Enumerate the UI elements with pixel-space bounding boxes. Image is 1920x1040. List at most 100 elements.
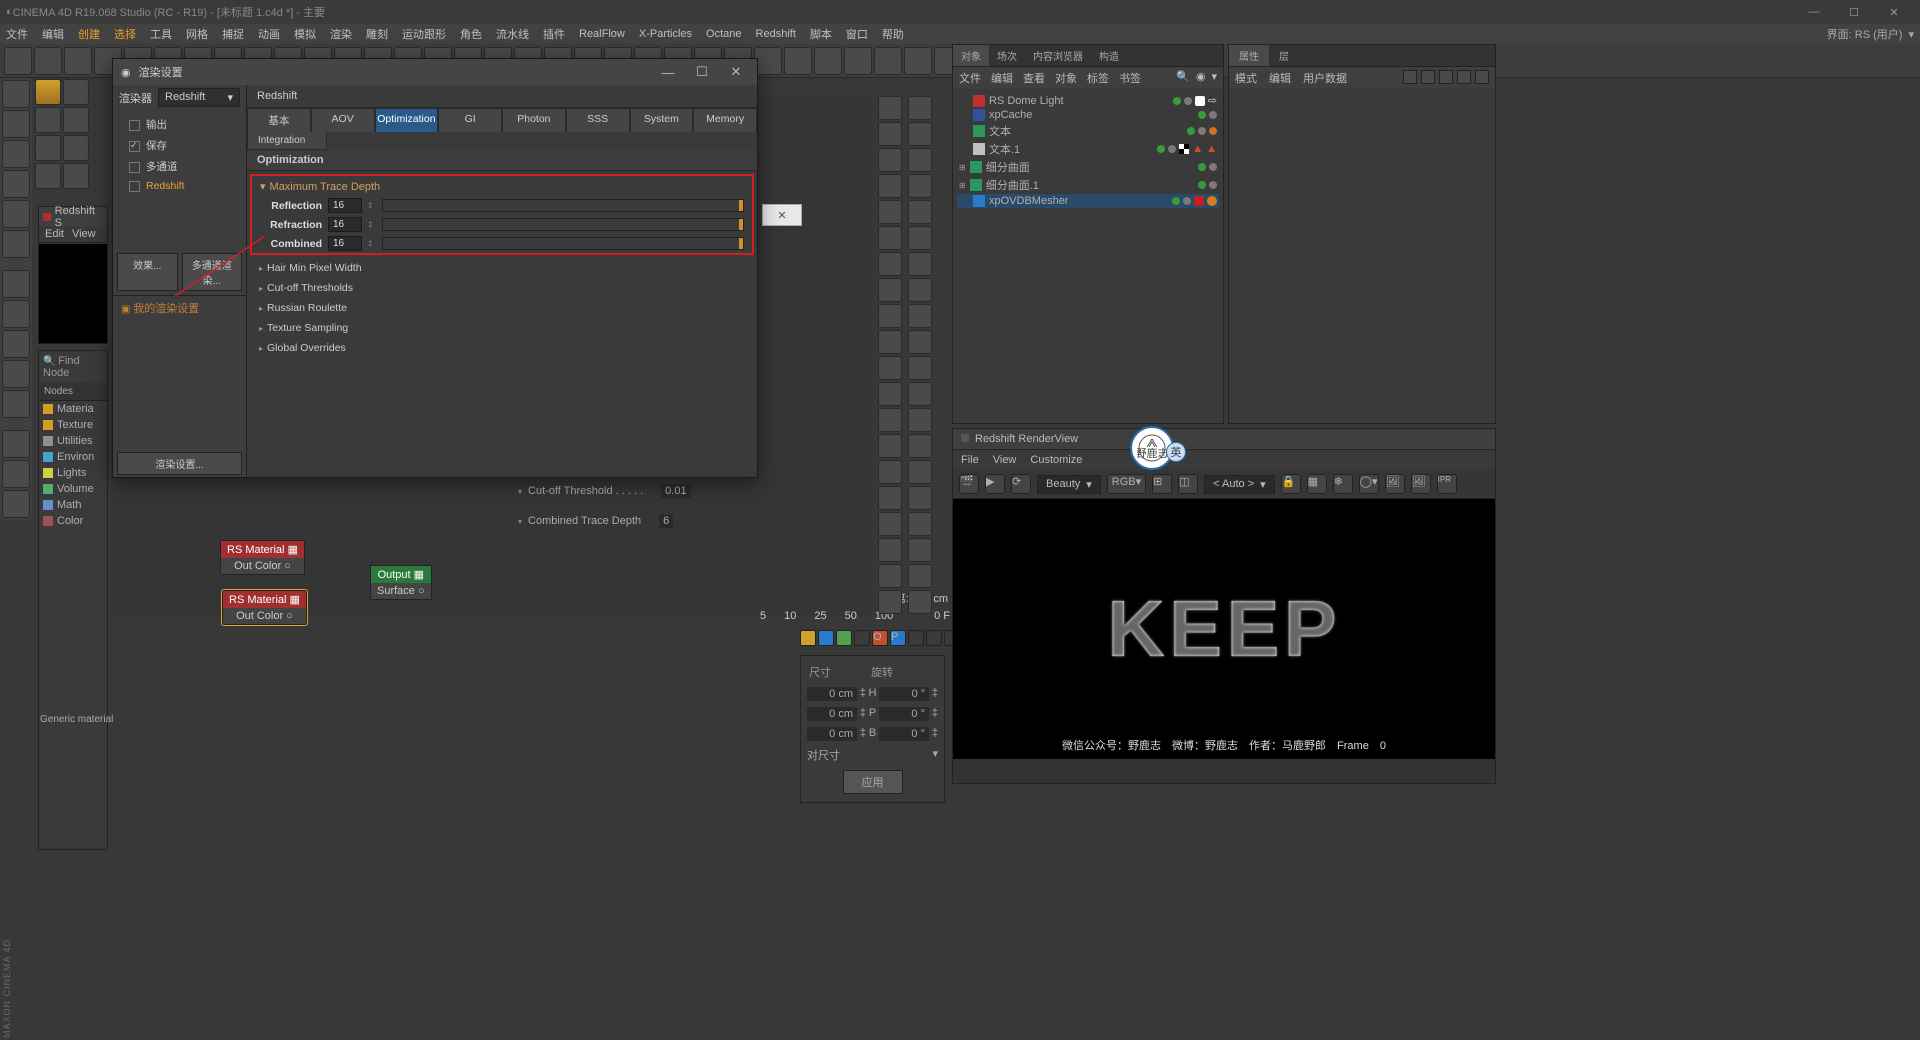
render-category-Redshift[interactable]: Redshift	[113, 177, 246, 195]
node-RS-Material[interactable]: RS Material ▦Out Color ○	[220, 540, 305, 575]
menu-插件[interactable]: 插件	[543, 26, 565, 42]
rvt1-btn-2[interactable]	[878, 148, 902, 172]
menu-模拟[interactable]: 模拟	[294, 26, 316, 42]
settings-tab-Optimization[interactable]: Optimization	[375, 108, 439, 132]
pass-dropdown[interactable]: Beauty▾	[1037, 475, 1101, 494]
objmgr-menu-标签[interactable]: 标签	[1087, 70, 1109, 86]
ltool2-2b[interactable]	[63, 135, 89, 161]
rvt2-btn-0[interactable]	[908, 96, 932, 120]
toolbar-btn-29[interactable]	[874, 47, 902, 75]
rvt2-btn-8[interactable]	[908, 304, 932, 328]
rvt2-btn-1[interactable]	[908, 122, 932, 146]
my-render-settings-link[interactable]: ▣ 我的渲染设置	[113, 295, 246, 320]
ltool-12[interactable]	[2, 420, 30, 428]
rvt2-btn-10[interactable]	[908, 356, 932, 380]
objmgr-menu[interactable]: 文件编辑查看对象标签书签 🔍◉▾	[953, 67, 1223, 89]
object-细分曲面.1[interactable]: ⊞细分曲面.1	[957, 176, 1219, 194]
rgb-button[interactable]: RGB▾	[1107, 474, 1146, 494]
ltool-3[interactable]	[2, 170, 30, 198]
ltool2-0a[interactable]	[35, 79, 61, 105]
nav-fwd-icon[interactable]	[1421, 70, 1435, 84]
rvt2-btn-17[interactable]	[908, 538, 932, 562]
object-文本[interactable]: 文本	[957, 122, 1219, 140]
ltool-8[interactable]	[2, 300, 30, 328]
auto-dropdown[interactable]: < Auto >▾	[1204, 475, 1275, 494]
render-category-多通道[interactable]: 多通道	[113, 156, 246, 177]
rvt2-btn-19[interactable]	[908, 590, 932, 614]
dialog-close-button[interactable]: ✕	[723, 64, 749, 80]
settings-tab-System[interactable]: System	[630, 108, 694, 132]
menu-文件[interactable]: 文件	[6, 26, 28, 42]
node-cat-Volume[interactable]: Volume	[39, 481, 107, 497]
settings-tab-基本[interactable]: 基本	[247, 108, 311, 132]
rvt1-btn-14[interactable]	[878, 460, 902, 484]
toolbar-btn-26[interactable]	[784, 47, 812, 75]
menu-选择[interactable]: 选择	[114, 26, 136, 42]
renderview-menu[interactable]: FileViewCustomize	[953, 450, 1495, 470]
ltool2-2a[interactable]	[35, 135, 61, 161]
objmgr-tab-场次[interactable]: 场次	[989, 45, 1025, 66]
img1-icon[interactable]: 🖼	[1385, 474, 1405, 494]
rvt1-btn-19[interactable]	[878, 590, 902, 614]
panel-close-icon[interactable]: ✕	[762, 204, 802, 226]
ltool2-1a[interactable]	[35, 107, 61, 133]
clapper-icon[interactable]: 🎬	[959, 474, 979, 494]
object-细分曲面[interactable]: ⊞细分曲面	[957, 158, 1219, 176]
objmgr-tabs[interactable]: 对象场次内容浏览器构造	[953, 45, 1223, 67]
effect-button[interactable]: 效果...	[117, 253, 178, 291]
rvt2-btn-16[interactable]	[908, 512, 932, 536]
objmgr-menu-文件[interactable]: 文件	[959, 70, 981, 86]
menu-捕捉[interactable]: 捕捉	[222, 26, 244, 42]
minimize-button[interactable]: —	[1794, 2, 1834, 22]
rvt2-btn-18[interactable]	[908, 564, 932, 588]
rvt1-btn-9[interactable]	[878, 330, 902, 354]
menu-帮助[interactable]: 帮助	[882, 26, 904, 42]
render-canvas[interactable]: KEEP 微信公众号：野鹿志 微博：野鹿志 作者：马鹿野郎 Frame 0	[953, 499, 1495, 759]
rvt2-btn-7[interactable]	[908, 278, 932, 302]
nav-up-icon[interactable]	[1439, 70, 1453, 84]
param-Refraction[interactable]: Refraction16‡	[252, 215, 752, 234]
rvt1-btn-15[interactable]	[878, 486, 902, 510]
rvt1-btn-17[interactable]	[878, 538, 902, 562]
crop-icon[interactable]: ◫	[1178, 474, 1198, 494]
menu-角色[interactable]: 角色	[460, 26, 482, 42]
rvt2-btn-6[interactable]	[908, 252, 932, 276]
node-cat-Color[interactable]: Color	[39, 513, 107, 529]
menu-RealFlow[interactable]: RealFlow	[579, 28, 625, 40]
menu-编辑[interactable]: 编辑	[42, 26, 64, 42]
toolbar-btn-27[interactable]	[814, 47, 842, 75]
coord-row[interactable]: 0 cm‡B0 °‡	[805, 724, 940, 744]
rvt1-btn-18[interactable]	[878, 564, 902, 588]
menu-icon[interactable]	[1475, 70, 1489, 84]
ltool-1[interactable]	[2, 110, 30, 138]
node-cat-Lights[interactable]: Lights	[39, 465, 107, 481]
ltool-11[interactable]	[2, 390, 30, 418]
object-文本.1[interactable]: 文本.1▲▲	[957, 140, 1219, 158]
menu-创建[interactable]: 创建	[78, 26, 100, 42]
rvt2-btn-14[interactable]	[908, 460, 932, 484]
renderer-dropdown[interactable]: Redshift▾	[158, 88, 240, 107]
menu-X-Particles[interactable]: X-Particles	[639, 28, 692, 40]
menu-工具[interactable]: 工具	[150, 26, 172, 42]
render-category-输出[interactable]: 输出	[113, 114, 246, 135]
node-Output[interactable]: Output ▦Surface ○	[370, 565, 432, 600]
renderview-toolbar[interactable]: 🎬 ▶ ⟳ Beauty▾ RGB▾ ⊞ ◫ < Auto >▾ 🔒 ▦ ❄ ◯…	[953, 470, 1495, 499]
search-icon[interactable]: 🔍	[1176, 70, 1190, 86]
rvt1-btn-0[interactable]	[878, 96, 902, 120]
rvt2-btn-15[interactable]	[908, 486, 932, 510]
ltool-14[interactable]	[2, 460, 30, 488]
layout-label[interactable]: 界面: RS (用户) ▾	[1827, 26, 1914, 42]
menu-Redshift[interactable]: Redshift	[756, 28, 796, 40]
menu-网格[interactable]: 网格	[186, 26, 208, 42]
rvt1-btn-6[interactable]	[878, 252, 902, 276]
rvt1-btn-5[interactable]	[878, 226, 902, 250]
objmgr-menu-书签[interactable]: 书签	[1119, 70, 1141, 86]
rvt1-btn-12[interactable]	[878, 408, 902, 432]
objmgr-menu-编辑[interactable]: 编辑	[991, 70, 1013, 86]
group-Hair-Min-Pixel-Width[interactable]: Hair Min Pixel Width	[247, 258, 757, 278]
object-RS Dome Light[interactable]: RS Dome Light⇨	[957, 93, 1219, 108]
attr-menu[interactable]: 模式编辑用户数据	[1229, 67, 1495, 89]
ltool-0[interactable]	[2, 80, 30, 108]
coord-row[interactable]: 0 cm‡P0 °‡	[805, 704, 940, 724]
rvt1-btn-3[interactable]	[878, 174, 902, 198]
